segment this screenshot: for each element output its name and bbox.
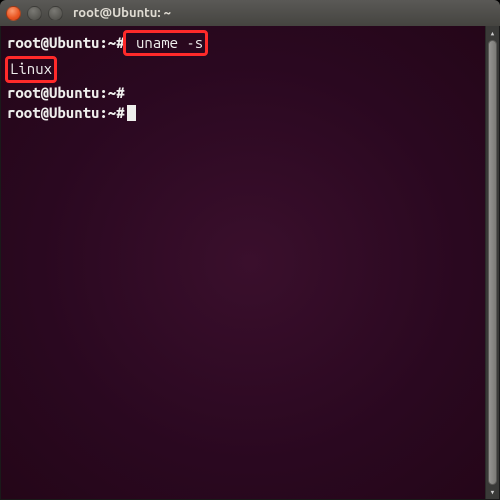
highlight-command: uname -s	[123, 30, 209, 56]
terminal-body[interactable]: root@Ubuntu:~# uname -s Linux root@Ubunt…	[0, 26, 500, 500]
scrollbar[interactable]: ▴ ▾	[485, 26, 499, 499]
terminal-line: root@Ubuntu:~#	[7, 103, 493, 123]
shell-prompt: root@Ubuntu:~#	[7, 34, 125, 51]
scroll-down-icon[interactable]: ▾	[486, 485, 499, 499]
output-text: Linux	[10, 60, 52, 77]
close-icon[interactable]	[6, 6, 21, 21]
scroll-up-icon[interactable]: ▴	[486, 26, 499, 40]
shell-prompt: root@Ubuntu:~#	[7, 84, 125, 101]
cursor-icon	[127, 105, 136, 121]
minimize-icon[interactable]	[27, 6, 42, 21]
window-title: root@Ubuntu: ~	[73, 6, 171, 20]
terminal-line: root@Ubuntu:~# uname -s	[7, 30, 493, 56]
terminal-window: root@Ubuntu: ~ root@Ubuntu:~# uname -s L…	[0, 0, 500, 500]
terminal-line: root@Ubuntu:~#	[7, 83, 493, 103]
shell-prompt: root@Ubuntu:~#	[7, 104, 125, 121]
scrollbar-thumb[interactable]	[488, 40, 497, 485]
window-controls	[6, 6, 63, 21]
maximize-icon[interactable]	[48, 6, 63, 21]
highlight-output: Linux	[5, 56, 57, 82]
titlebar[interactable]: root@Ubuntu: ~	[0, 0, 500, 26]
terminal-line: Linux	[7, 56, 493, 82]
command-text: uname -s	[128, 34, 204, 51]
